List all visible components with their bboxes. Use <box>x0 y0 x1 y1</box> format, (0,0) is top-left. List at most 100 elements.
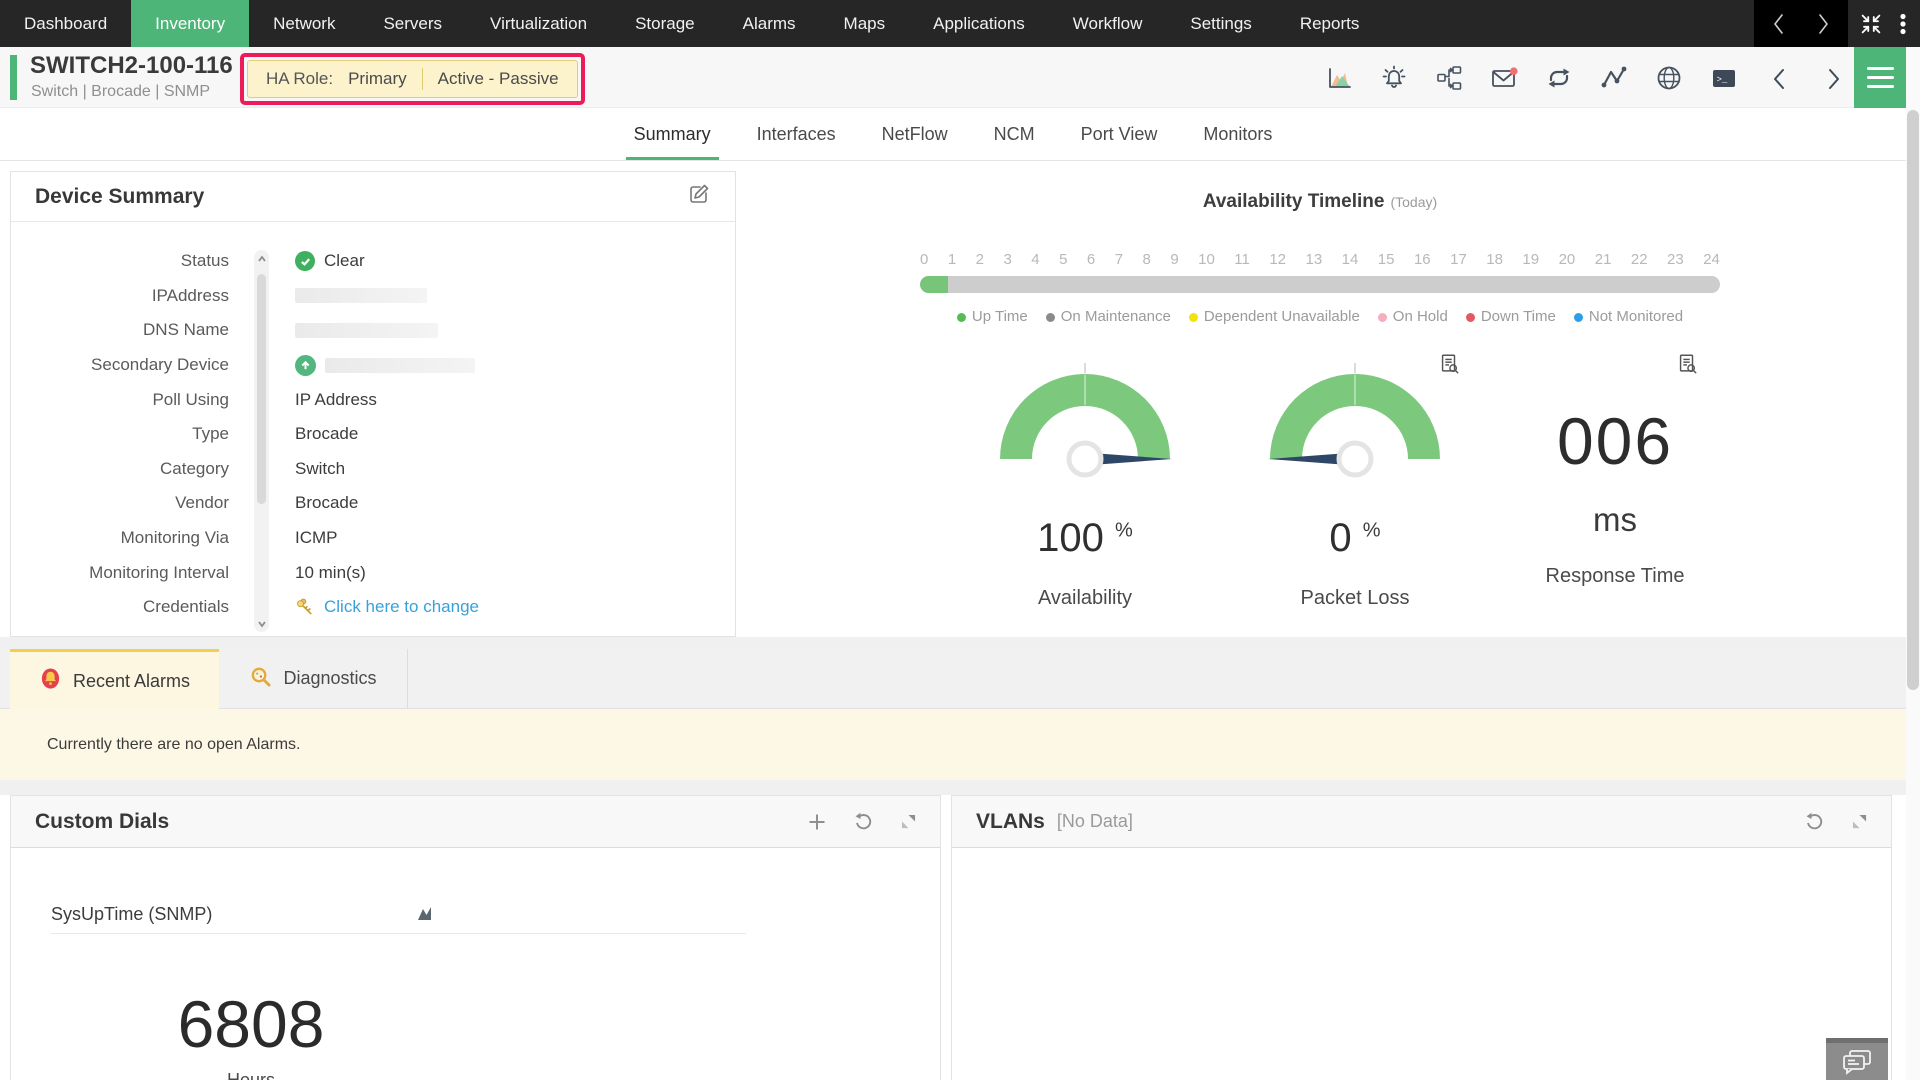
device-summary-title: Device Summary <box>35 185 204 209</box>
tab-recent-alarms[interactable]: Recent Alarms <box>10 649 219 710</box>
tab-interfaces[interactable]: Interfaces <box>757 108 836 160</box>
diagnostics-magnifier-icon <box>249 665 272 693</box>
summary-scrollbar[interactable] <box>254 250 269 632</box>
response-time-value: 006 <box>1490 403 1740 479</box>
hour-tick: 17 <box>1450 251 1467 268</box>
expand-widget-icon[interactable] <box>901 814 916 829</box>
page-scrollbar-thumb[interactable] <box>1907 110 1919 690</box>
device-summary-panel: Device Summary StatusClearIPAddressDNS N… <box>10 171 736 637</box>
traceroute-icon[interactable] <box>1600 64 1628 92</box>
hour-tick: 22 <box>1631 251 1648 268</box>
nav-item-dashboard[interactable]: Dashboard <box>0 0 131 47</box>
web-globe-icon[interactable] <box>1655 64 1683 92</box>
tab-diagnostics[interactable]: Diagnostics <box>219 649 408 708</box>
field-label: Poll Using <box>11 390 229 410</box>
scroll-down-icon[interactable] <box>254 616 269 631</box>
legend-dot <box>1466 313 1475 322</box>
credentials-key-icon <box>295 597 315 617</box>
nav-item-servers[interactable]: Servers <box>359 0 466 47</box>
hour-tick: 0 <box>920 251 928 268</box>
change-credentials-link[interactable]: Click here to change <box>324 597 479 617</box>
nav-forward-icon[interactable] <box>1810 11 1836 37</box>
ha-role-highlight: HA Role: Primary Active - Passive <box>240 53 585 105</box>
nav-item-virtualization[interactable]: Virtualization <box>466 0 611 47</box>
custom-dials-panel: Custom Dials SysUpTime (SNMP) 6808 Hours <box>10 795 941 1080</box>
device-header: SWITCH2-100-116 Switch | Brocade | SNMP … <box>0 47 1920 108</box>
report-icon[interactable] <box>1676 353 1698 380</box>
redacted-value <box>295 288 427 303</box>
vlans-panel: VLANs [No Data] <box>951 795 1892 1080</box>
hour-tick: 13 <box>1305 251 1322 268</box>
response-time-label: Response Time <box>1490 565 1740 588</box>
refresh-icon[interactable] <box>854 812 873 831</box>
next-device-icon[interactable] <box>1820 64 1848 92</box>
field-label: Type <box>11 424 229 444</box>
page-scrollbar[interactable] <box>1906 47 1920 1080</box>
nav-item-applications[interactable]: Applications <box>909 0 1049 47</box>
scroll-up-icon[interactable] <box>254 251 269 266</box>
refresh-icon[interactable] <box>1805 812 1824 831</box>
hour-tick: 14 <box>1342 251 1359 268</box>
more-options-icon[interactable] <box>1890 11 1916 37</box>
hour-tick: 12 <box>1269 251 1286 268</box>
alarm-bell-icon[interactable] <box>1380 64 1408 92</box>
area-chart-icon[interactable] <box>416 904 435 926</box>
nav-item-reports[interactable]: Reports <box>1276 0 1384 47</box>
field-row: Secondary Device <box>11 348 735 383</box>
dial-unit: Hours <box>51 1070 451 1080</box>
tab-netflow[interactable]: NetFlow <box>882 108 948 160</box>
field-row: VendorBrocade <box>11 486 735 521</box>
redacted-value <box>295 323 438 338</box>
legend-item: On Hold <box>1378 308 1448 325</box>
nav-item-maps[interactable]: Maps <box>820 0 910 47</box>
performance-chart-icon[interactable] <box>1325 64 1353 92</box>
add-dial-icon[interactable] <box>808 813 826 831</box>
edit-icon[interactable] <box>687 182 711 211</box>
device-summary-fields: StatusClearIPAddressDNS NameSecondary De… <box>11 244 735 625</box>
device-subtitle: Switch | Brocade | SNMP <box>31 83 210 101</box>
packet-loss-label: Packet Loss <box>1220 587 1490 610</box>
field-label: DNS Name <box>11 320 229 340</box>
tab-monitors[interactable]: Monitors <box>1203 108 1272 160</box>
field-value: Click here to change <box>295 597 479 617</box>
expand-widget-icon[interactable] <box>1852 814 1867 829</box>
device-tabbar: Summary Interfaces NetFlow NCM Port View Moni… <box>0 108 1906 161</box>
prev-device-icon[interactable] <box>1765 64 1793 92</box>
sync-loop-icon[interactable] <box>1545 64 1573 92</box>
hour-tick: 7 <box>1115 251 1123 268</box>
tab-label: Recent Alarms <box>73 671 190 692</box>
tab-port-view[interactable]: Port View <box>1081 108 1158 160</box>
timeline-legend: Up TimeOn MaintenanceDependent Unavailab… <box>870 308 1770 325</box>
legend-item: Not Monitored <box>1574 308 1683 325</box>
nav-item-settings[interactable]: Settings <box>1166 0 1275 47</box>
nav-item-network[interactable]: Network <box>249 0 359 47</box>
tab-summary[interactable]: Summary <box>634 108 711 160</box>
support-chat-button[interactable] <box>1826 1038 1888 1080</box>
field-value <box>295 355 475 376</box>
nav-item-alarms[interactable]: Alarms <box>719 0 820 47</box>
availability-value: 100 % <box>950 516 1220 561</box>
scrollbar-thumb[interactable] <box>257 274 266 504</box>
nav-back-icon[interactable] <box>1766 11 1792 37</box>
nav-item-storage[interactable]: Storage <box>611 0 719 47</box>
tab-ncm[interactable]: NCM <box>994 108 1035 160</box>
availability-gauge: 100 % Availability <box>950 359 1220 610</box>
availability-period: (Today) <box>1390 194 1437 210</box>
legend-dot <box>1046 313 1055 322</box>
hour-tick: 15 <box>1378 251 1395 268</box>
dial-card: SysUpTime (SNMP) 6808 Hours <box>51 896 746 1080</box>
menu-icon[interactable] <box>1854 47 1906 108</box>
legend-item: On Maintenance <box>1046 308 1171 325</box>
exit-fullscreen-icon[interactable] <box>1858 11 1884 37</box>
packet-loss-value: 0 % <box>1220 516 1490 561</box>
field-row: DNS Name <box>11 313 735 348</box>
field-label: Monitoring Via <box>11 528 229 548</box>
nav-item-workflow[interactable]: Workflow <box>1049 0 1167 47</box>
terminal-icon[interactable]: >_ <box>1710 64 1738 92</box>
workflow-icon[interactable] <box>1435 64 1463 92</box>
field-value: Brocade <box>295 424 358 444</box>
report-icon[interactable] <box>1438 353 1460 380</box>
nav-item-inventory[interactable]: Inventory <box>131 0 249 47</box>
email-icon[interactable] <box>1490 64 1518 92</box>
packet-loss-gauge: 0 % Packet Loss <box>1220 359 1490 610</box>
